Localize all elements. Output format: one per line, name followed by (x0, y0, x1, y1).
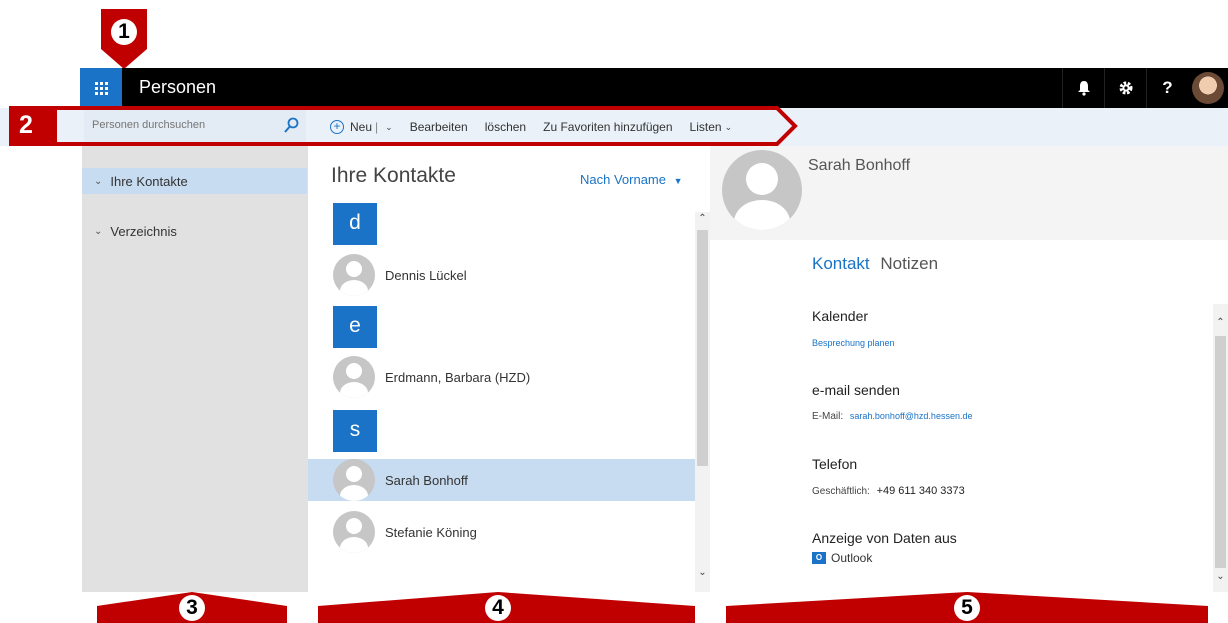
phone-field: Geschäftlich: +49 611 340 3373 (812, 485, 965, 497)
callout-number: 3 (179, 595, 205, 621)
contact-detail-pane: Sarah Bonhoff Kontakt Notizen Kalender B… (710, 146, 1228, 592)
contact-detail-name: Sarah Bonhoff (808, 157, 911, 174)
annotation-callout-2-frame (9, 106, 798, 146)
sort-dropdown[interactable]: Nach Vorname ▼ (580, 172, 683, 187)
detail-header: Sarah Bonhoff (710, 146, 1228, 240)
email-label: E-Mail: (812, 411, 844, 422)
help-icon: ? (1162, 78, 1173, 97)
chevron-down-icon: ⌄ (94, 225, 103, 237)
contact-name: Erdmann, Barbara (HZD) (385, 370, 531, 385)
tab-kontakt[interactable]: Kontakt (812, 254, 870, 273)
contact-row[interactable]: Stefanie Köning (308, 511, 695, 553)
outlook-icon: O (812, 552, 826, 564)
email-section-title: e-mail senden (812, 382, 900, 398)
list-scrollbar[interactable]: ⌃ ⌄ (695, 212, 710, 592)
sort-label: Nach Vorname (580, 172, 666, 187)
nav-item-ihre-kontakte[interactable]: ⌄ Ihre Kontakte (82, 168, 307, 194)
callout-number-2: 2 (19, 111, 33, 139)
callout-number: 5 (954, 595, 980, 621)
person-icon (333, 511, 375, 553)
contact-row-selected[interactable]: Sarah Bonhoff (308, 459, 695, 501)
calendar-section-title: Kalender (812, 308, 869, 324)
contact-name: Stefanie Köning (385, 525, 477, 540)
source-section-title: Anzeige von Daten aus (812, 530, 957, 546)
person-icon (333, 254, 375, 296)
annotation-callout-3: 3 (97, 592, 287, 623)
nav-item-verzeichnis[interactable]: ⌄ Verzeichnis (82, 218, 307, 244)
phone-value: +49 611 340 3373 (876, 485, 965, 497)
chevron-down-icon[interactable]: ⌄ (1213, 570, 1228, 584)
list-title: Ihre Kontakte (331, 164, 456, 187)
chevron-up-icon[interactable]: ⌃ (695, 212, 710, 226)
callout-number: 1 (111, 19, 137, 45)
tab-notizen[interactable]: Notizen (880, 254, 938, 273)
waffle-icon (94, 81, 108, 95)
nav-item-label: Ihre Kontakte (110, 173, 188, 189)
letter-header-d: d (333, 203, 377, 245)
contact-list-pane: Ihre Kontakte Nach Vorname ▼ d Dennis Lü… (308, 146, 710, 592)
letter-header-s: s (333, 410, 377, 452)
contact-row[interactable]: Dennis Lückel (308, 254, 695, 296)
person-icon (722, 150, 802, 230)
scrollbar-thumb[interactable] (1215, 336, 1226, 568)
user-avatar-button[interactable] (1188, 68, 1228, 108)
letter-header-e: e (333, 306, 377, 348)
app-launcher-button[interactable] (80, 68, 122, 108)
notifications-button[interactable] (1062, 68, 1104, 108)
source-outlook: O Outlook (812, 551, 872, 565)
annotation-callout-5: 5 (726, 592, 1208, 623)
chevron-up-icon[interactable]: ⌃ (1213, 316, 1228, 330)
gear-icon (1119, 81, 1132, 95)
top-bar: Personen ? (80, 68, 1228, 108)
left-navigation: ⌄ Ihre Kontakte ⌄ Verzeichnis (82, 146, 308, 592)
callout-number: 4 (485, 595, 511, 621)
phone-label: Geschäftlich: (812, 486, 870, 497)
contact-name: Dennis Lückel (385, 268, 467, 283)
phone-section-title: Telefon (812, 456, 858, 472)
source-label: Outlook (831, 551, 873, 565)
person-icon (333, 356, 375, 398)
chevron-down-icon: ⌄ (94, 175, 103, 187)
email-link[interactable]: sarah.bonhoff@hzd.hessen.de (850, 411, 973, 421)
chevron-down-icon[interactable]: ⌄ (695, 566, 710, 580)
annotation-callout-1: 1 (99, 9, 149, 71)
user-avatar (1192, 72, 1224, 104)
schedule-meeting-link[interactable]: Besprechung planen (812, 338, 895, 348)
annotation-callout-4: 4 (318, 592, 695, 623)
scrollbar-thumb[interactable] (697, 230, 708, 466)
person-icon (333, 459, 375, 501)
caret-down-icon: ▼ (673, 176, 683, 186)
email-field: E-Mail: sarah.bonhoff@hzd.hessen.de (812, 411, 972, 422)
settings-button[interactable] (1104, 68, 1146, 108)
nav-item-label: Verzeichnis (110, 223, 177, 239)
app-title: Personen (139, 77, 217, 97)
contact-row[interactable]: Erdmann, Barbara (HZD) (308, 356, 695, 398)
help-button[interactable]: ? (1146, 68, 1188, 108)
contact-name: Sarah Bonhoff (385, 473, 468, 488)
bell-icon (1077, 81, 1090, 96)
detail-scrollbar[interactable]: ⌃ ⌄ (1213, 304, 1228, 592)
